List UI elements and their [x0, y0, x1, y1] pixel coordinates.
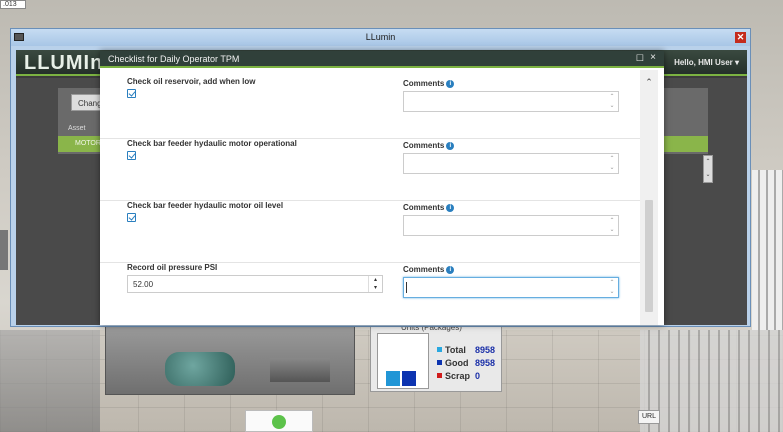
window-titlebar: LLumin ✕ — [11, 29, 750, 46]
units-widget: Units (Packages) Total 8958 Good 8958 Sc… — [370, 322, 502, 392]
status-indicator-icon — [272, 415, 286, 429]
info-icon[interactable]: i — [446, 203, 455, 212]
right-spinner[interactable]: ⌃ ⌄ — [703, 155, 713, 183]
checklist-item: Check oil reservoir, add when low Commen… — [100, 77, 640, 139]
comments-textarea[interactable]: ⌃ ⌄ — [403, 153, 619, 174]
status-panel — [245, 410, 313, 432]
info-icon[interactable]: i — [446, 265, 455, 274]
legend-scrap-value: 0 — [475, 370, 481, 381]
units-legend: Total 8958 Good 8958 Scrap 0 — [437, 343, 495, 382]
asset-column-header: Asset — [68, 125, 86, 132]
legend-total-label: Total — [445, 344, 466, 355]
comments-textarea[interactable]: ⌃ ⌄ — [403, 91, 619, 112]
legend-good-swatch — [437, 360, 442, 365]
scroll-down-icon[interactable]: ⌄ — [608, 226, 616, 234]
right-rail — [752, 170, 783, 330]
scroll-up-icon[interactable]: ⌃ — [608, 155, 616, 163]
question-label: Check bar feeder hydaulic motor operatio… — [127, 139, 297, 148]
left-machine-frame — [0, 330, 100, 432]
left-edge-frame — [0, 230, 8, 270]
scrollbar-thumb[interactable] — [645, 200, 653, 312]
scroll-down-icon[interactable]: ⌄ — [608, 288, 616, 296]
right-machine-frame — [640, 330, 783, 432]
comments-text: Comments — [403, 203, 445, 212]
window-title: LLumin — [365, 32, 396, 42]
checkbox-checked[interactable] — [127, 89, 136, 98]
question-label: Check bar feeder hydaulic motor oil leve… — [127, 201, 284, 210]
question-label: Record oil pressure PSI — [127, 263, 218, 272]
checklist-item: Check bar feeder hydaulic motor operatio… — [100, 139, 640, 201]
dialog-header: Checklist for Daily Operator TPM ☐ × — [100, 51, 664, 68]
legend-good-label: Good — [445, 357, 469, 368]
comments-label: Comments i — [403, 203, 455, 212]
maximize-icon[interactable]: ☐ — [636, 53, 644, 64]
llumin-logo: LLUMIn — [24, 52, 104, 74]
window-close-button[interactable]: ✕ — [735, 32, 746, 43]
checkbox-checked[interactable] — [127, 151, 136, 160]
comments-textarea-focused[interactable]: ⌃ ⌄ — [403, 277, 619, 298]
scroll-down-icon[interactable]: ⌄ — [608, 164, 616, 172]
scroll-down-icon[interactable]: ⌄ — [608, 102, 616, 110]
comments-text: Comments — [403, 265, 445, 274]
text-caret — [406, 282, 407, 293]
comments-text: Comments — [403, 79, 445, 88]
motor-graphic — [165, 352, 235, 386]
comments-text: Comments — [403, 141, 445, 150]
asset-row-text: MOTOR — [75, 140, 101, 147]
scroll-up-icon[interactable]: ⌃ — [608, 93, 616, 101]
spin-up-icon[interactable]: ▴ — [369, 276, 382, 284]
checklist-item: Record oil pressure PSI 52.00 ▴ ▾ Commen… — [100, 263, 640, 325]
scroll-up-icon[interactable]: ⌃ — [608, 279, 616, 287]
pump-graphic — [270, 358, 330, 382]
checkbox-checked[interactable] — [127, 213, 136, 222]
comments-label: Comments i — [403, 265, 455, 274]
comments-textarea[interactable]: ⌃ ⌄ — [403, 215, 619, 236]
url-button[interactable]: URL — [638, 410, 660, 424]
legend-good: Good 8958 — [437, 356, 495, 369]
legend-scrap-swatch — [437, 373, 442, 378]
top-value-field: .013 — [0, 0, 26, 9]
dialog-scrollbar[interactable]: ⌃ — [640, 70, 658, 325]
legend-scrap-label: Scrap — [445, 370, 471, 381]
legend-total: Total 8958 — [437, 343, 495, 356]
legend-total-value: 8958 — [475, 344, 496, 355]
comments-label: Comments i — [403, 79, 455, 88]
spinner-up-icon[interactable]: ⌃ — [704, 156, 712, 169]
oil-pressure-input[interactable]: 52.00 ▴ ▾ — [127, 275, 383, 293]
number-spinner[interactable]: ▴ ▾ — [368, 276, 382, 292]
checklist-dialog: Checklist for Daily Operator TPM ☐ × Che… — [100, 51, 664, 325]
dialog-close-icon[interactable]: × — [650, 52, 656, 63]
legend-good-value: 8958 — [475, 357, 496, 368]
comments-label: Comments i — [403, 141, 455, 150]
oil-pressure-value: 52.00 — [133, 280, 154, 289]
spinner-down-icon[interactable]: ⌄ — [704, 169, 712, 182]
checklist-item: Check bar feeder hydaulic motor oil leve… — [100, 201, 640, 263]
info-icon[interactable]: i — [446, 79, 455, 88]
spin-down-icon[interactable]: ▾ — [369, 284, 382, 292]
total-bar — [386, 371, 400, 386]
legend-scrap: Scrap 0 — [437, 369, 495, 382]
units-plot — [377, 333, 429, 389]
user-menu[interactable]: Hello, HMI User ▾ — [674, 58, 739, 67]
scroll-up-icon[interactable]: ⌃ — [608, 217, 616, 225]
legend-total-swatch — [437, 347, 442, 352]
checklist-body: Check oil reservoir, add when low Commen… — [100, 70, 640, 325]
good-bar — [402, 371, 416, 386]
question-label: Check oil reservoir, add when low — [127, 77, 256, 86]
scroll-up-icon[interactable]: ⌃ — [643, 77, 655, 87]
dialog-title: Checklist for Daily Operator TPM — [108, 54, 240, 64]
info-icon[interactable]: i — [446, 141, 455, 150]
